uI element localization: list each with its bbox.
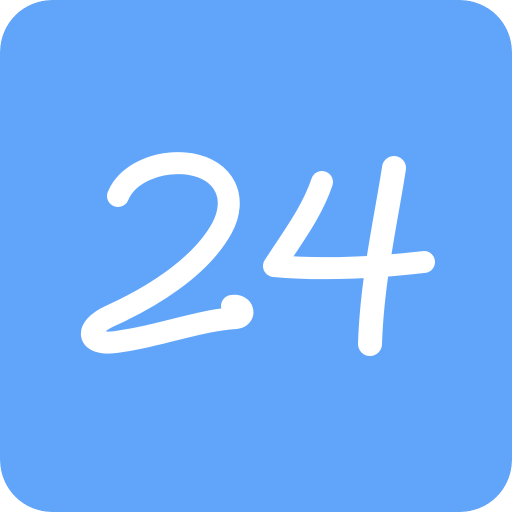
app-icon-svg: 24 bbox=[0, 0, 512, 512]
app-icon[interactable]: 24 bbox=[0, 0, 512, 512]
icon-label-text: 24 bbox=[116, 106, 396, 362]
